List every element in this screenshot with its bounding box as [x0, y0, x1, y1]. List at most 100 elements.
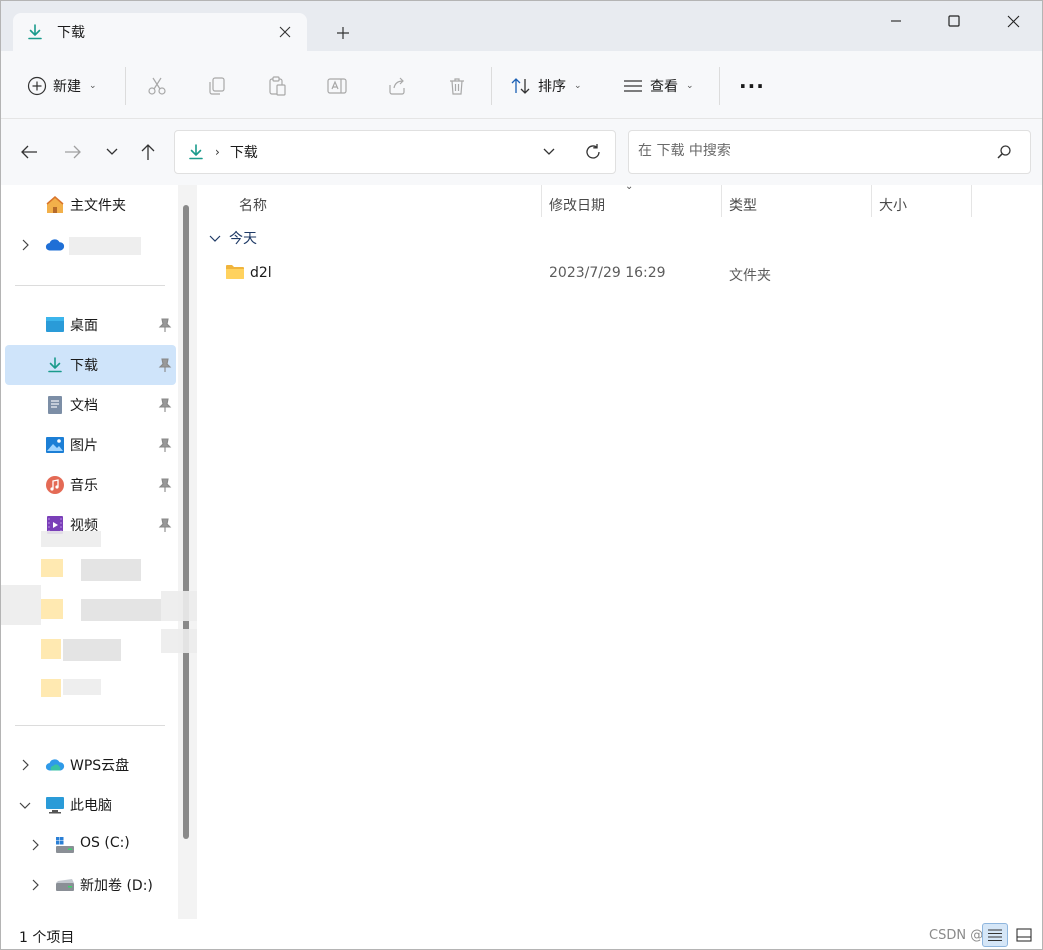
sidebar-item-label: WPS云盘 — [70, 758, 130, 774]
pin-icon[interactable] — [158, 437, 172, 453]
group-header-today[interactable]: 今天 — [209, 227, 257, 249]
sort-icon — [511, 78, 530, 94]
folder-icon — [41, 679, 61, 697]
redacted-block — [81, 599, 161, 621]
search-input[interactable] — [638, 143, 978, 159]
folder-icon — [225, 263, 245, 281]
sidebar-item-home[interactable]: 主文件夹 — [5, 185, 176, 225]
pin-icon[interactable] — [158, 397, 172, 413]
address-history-button[interactable] — [539, 142, 559, 162]
sidebar-item-desktop[interactable]: 桌面 — [5, 305, 176, 345]
paste-button[interactable] — [264, 73, 290, 99]
folder-icon — [41, 599, 63, 619]
navigation-pane: 主文件夹 桌面 下载 文档 图片 音乐 视频 WPS云盘 此电脑 OS (C:)… — [1, 185, 201, 919]
breadcrumb-current[interactable]: 下载 — [230, 142, 258, 162]
minimize-button[interactable] — [873, 7, 919, 35]
arrow-right-icon — [65, 145, 81, 159]
drive-icon — [55, 875, 75, 895]
column-divider[interactable] — [871, 185, 872, 217]
tab-close-icon[interactable] — [275, 22, 295, 42]
sidebar-item-documents[interactable]: 文档 — [5, 385, 176, 425]
sidebar-item-drive-c[interactable]: OS (C:) — [5, 825, 176, 865]
close-button[interactable] — [990, 7, 1036, 35]
sidebar-item-pictures[interactable]: 图片 — [5, 425, 176, 465]
sidebar-item-drive-d[interactable]: 新加卷 (D:) — [5, 865, 176, 905]
chevron-down-icon — [106, 148, 118, 155]
share-button[interactable] — [384, 73, 410, 99]
back-button[interactable] — [16, 139, 42, 165]
new-button[interactable]: 新建 ⌄ — [27, 71, 97, 101]
up-button[interactable] — [135, 139, 161, 165]
new-tab-button[interactable] — [331, 21, 355, 45]
column-header-date[interactable]: 修改日期 — [549, 189, 605, 221]
search-icon[interactable] — [996, 144, 1014, 162]
chevron-right-icon[interactable] — [19, 237, 31, 253]
view-button[interactable]: 查看 ⌄ — [622, 71, 694, 101]
scrollbar-thumb[interactable] — [183, 205, 189, 839]
home-icon — [45, 195, 65, 215]
pin-icon[interactable] — [158, 357, 172, 373]
pin-icon[interactable] — [158, 477, 172, 493]
pin-icon[interactable] — [158, 317, 172, 333]
forward-button[interactable] — [60, 139, 86, 165]
sidebar-item-label: 图片 — [70, 438, 98, 454]
watermark: CSDN @ — [929, 928, 984, 943]
recent-locations-button[interactable] — [99, 139, 125, 165]
chevron-right-icon[interactable] — [29, 877, 41, 893]
details-view-button[interactable] — [982, 923, 1008, 947]
file-row[interactable]: d2l 2023/7/29 16:29 文件夹 — [221, 259, 1001, 287]
chevron-right-icon[interactable] — [29, 837, 41, 853]
column-divider[interactable] — [721, 185, 722, 217]
address-bar[interactable]: › 下载 — [174, 130, 616, 174]
chevron-right-icon[interactable] — [19, 757, 31, 773]
view-list-icon — [624, 80, 642, 92]
redacted-block — [161, 591, 201, 621]
copy-button[interactable] — [204, 73, 230, 99]
desktop-icon — [45, 315, 65, 335]
document-icon — [45, 395, 65, 415]
sidebar-item-label: 桌面 — [70, 318, 98, 334]
maximize-button[interactable] — [931, 7, 977, 35]
column-header-size[interactable]: 大小 — [879, 189, 907, 221]
share-icon — [389, 77, 405, 95]
pin-icon[interactable] — [158, 517, 172, 533]
sort-button[interactable]: 排序 ⌄ — [510, 71, 582, 101]
sidebar-item-downloads[interactable]: 下载 — [5, 345, 176, 385]
column-label: 类型 — [729, 198, 757, 214]
redacted-block — [161, 629, 201, 653]
file-modified: 2023/7/29 16:29 — [549, 265, 666, 281]
details-view-icon — [988, 929, 1002, 942]
column-divider[interactable] — [541, 185, 542, 217]
plus-circle-icon — [27, 76, 47, 96]
chevron-down-icon[interactable] — [19, 797, 31, 813]
paste-icon — [269, 76, 286, 96]
sidebar-item-music[interactable]: 音乐 — [5, 465, 176, 505]
drive-icon — [55, 835, 75, 855]
tiles-view-button[interactable] — [1011, 923, 1037, 947]
delete-button[interactable] — [444, 73, 470, 99]
rename-button[interactable] — [324, 73, 350, 99]
column-label: 名称 — [239, 198, 267, 214]
group-label: 今天 — [229, 231, 257, 247]
column-divider[interactable] — [971, 185, 972, 217]
refresh-icon — [586, 144, 600, 159]
pictures-icon — [45, 435, 65, 455]
sidebar-item-wps-cloud[interactable]: WPS云盘 — [5, 745, 176, 785]
tab-downloads[interactable]: 下载 — [13, 13, 307, 51]
arrow-left-icon — [21, 145, 37, 159]
refresh-button[interactable] — [583, 142, 603, 162]
file-name: d2l — [250, 265, 272, 281]
sort-descending-icon: ⌄ — [625, 181, 634, 192]
more-options-button[interactable]: ··· — [739, 71, 765, 101]
cut-button[interactable] — [144, 73, 170, 99]
chevron-down-icon: ⌄ — [89, 81, 97, 91]
sidebar-item-this-pc[interactable]: 此电脑 — [5, 785, 176, 825]
chevron-down-icon: ⌄ — [574, 81, 582, 91]
sidebar-item-onedrive[interactable] — [5, 225, 176, 265]
sidebar-item-label: 新加卷 (D:) — [80, 878, 153, 894]
sidebar-divider — [15, 285, 165, 286]
column-header-type[interactable]: 类型 — [729, 189, 757, 221]
search-box[interactable] — [628, 130, 1031, 174]
column-header-name[interactable]: 名称 — [239, 189, 267, 221]
sidebar-item-label: OS (C:) — [80, 835, 130, 851]
